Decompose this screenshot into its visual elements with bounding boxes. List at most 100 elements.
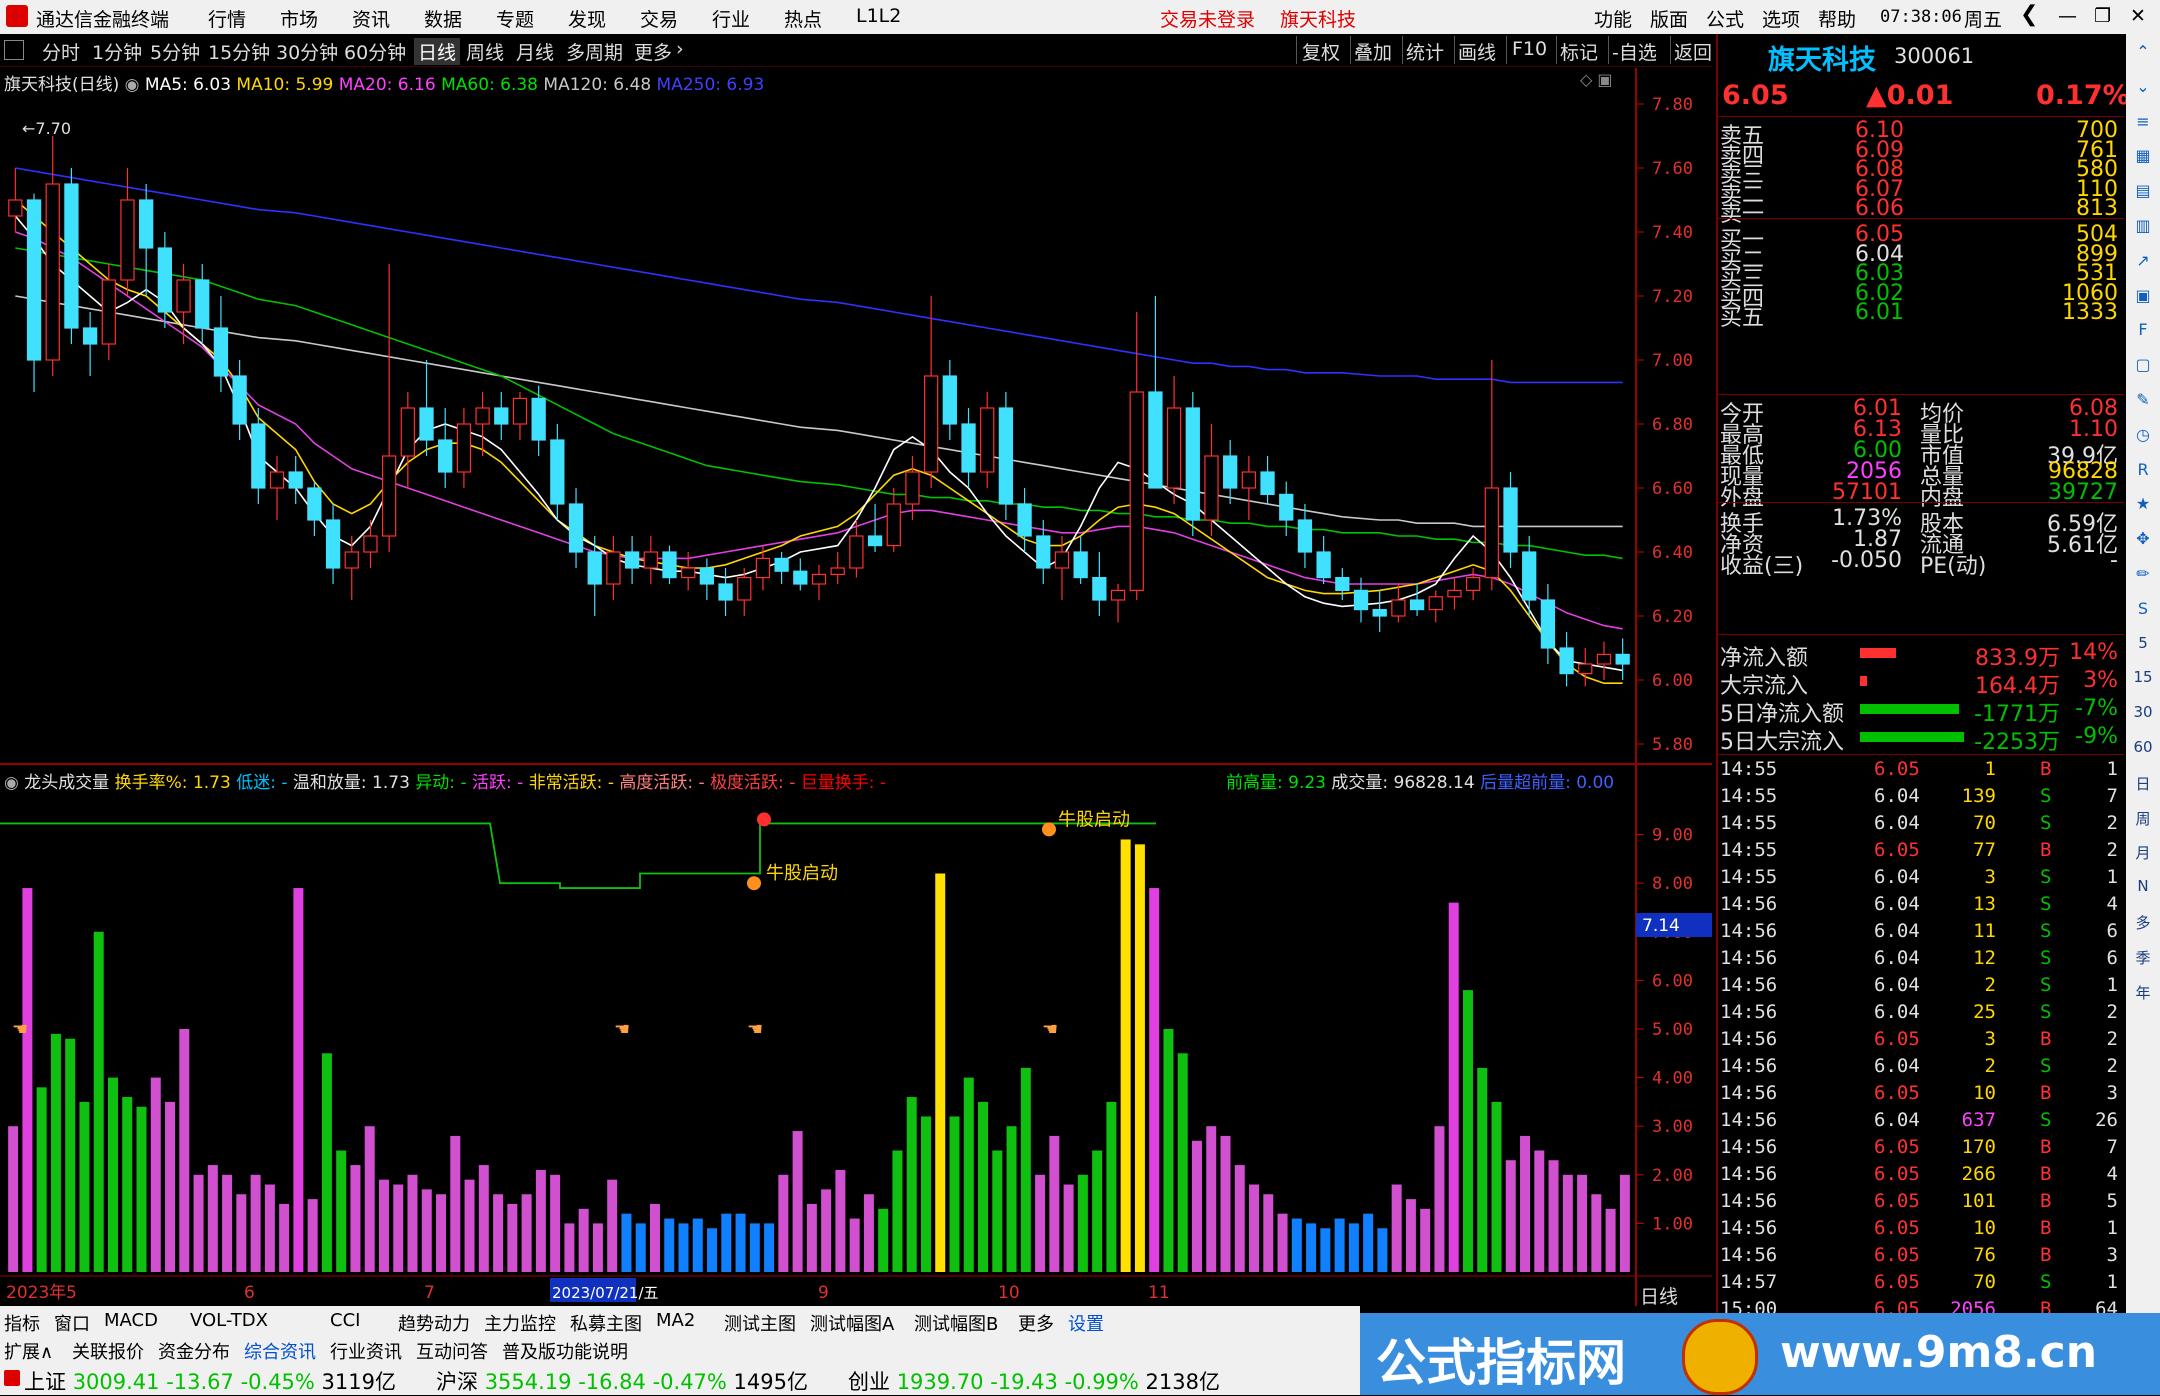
indicator-tab[interactable]: 更多 bbox=[1018, 1310, 1054, 1336]
ask-row[interactable]: 卖一 6.06 813 bbox=[1718, 196, 2124, 227]
tab-multi-period[interactable]: 多周期 bbox=[566, 38, 623, 65]
tab-5min[interactable]: 5分钟 bbox=[150, 38, 200, 65]
15-icon[interactable]: 15 bbox=[2130, 668, 2156, 694]
list-icon[interactable]: ≡ bbox=[2130, 112, 2156, 138]
side-tool-多[interactable]: 多 bbox=[2130, 912, 2156, 938]
menu-l1l2[interactable]: L1L2 bbox=[856, 5, 901, 27]
extension-tab[interactable]: 综合资讯 bbox=[244, 1338, 316, 1364]
chart-icon[interactable]: ▦ bbox=[2130, 146, 2156, 172]
indicator-tab[interactable]: 主力监控 bbox=[484, 1310, 556, 1336]
tool-watchlist[interactable]: -自选 bbox=[1612, 38, 1657, 65]
tool-stats[interactable]: 统计 bbox=[1406, 38, 1444, 65]
menu-market[interactable]: 市场 bbox=[280, 5, 318, 32]
indicator-tab[interactable]: MACD bbox=[104, 1310, 158, 1331]
tab-more[interactable]: 更多 bbox=[634, 38, 672, 65]
5-icon[interactable]: 5 bbox=[2130, 634, 2156, 660]
side-tool-月[interactable]: 月 bbox=[2130, 842, 2156, 868]
tool-back[interactable]: 返回 bbox=[1674, 38, 1712, 65]
tick-count: 4 bbox=[2106, 1163, 2118, 1185]
down-icon[interactable]: ⌄ bbox=[2130, 77, 2156, 103]
extension-tab[interactable]: 互动问答 bbox=[416, 1338, 488, 1364]
index-item[interactable]: 上证 3009.41 -13.67 -0.45% 3119亿 bbox=[24, 1366, 396, 1396]
tab-1min[interactable]: 1分钟 bbox=[92, 38, 142, 65]
flow-label: 5日大宗流入 bbox=[1720, 730, 1844, 755]
close-icon[interactable]: ✕ bbox=[2130, 5, 2146, 27]
menu-topics[interactable]: 专题 bbox=[496, 5, 534, 32]
side-tool-日[interactable]: 日 bbox=[2130, 773, 2156, 799]
side-tool-年[interactable]: 年 bbox=[2130, 982, 2156, 1008]
extension-tab[interactable]: 关联报价 bbox=[72, 1338, 144, 1364]
indicator-tab[interactable]: 趋势动力 bbox=[398, 1310, 470, 1336]
kline-chart[interactable]: 7.80 7.60 7.40 7.20 7.00 6.80 6.60 6.40 6.20 6.00… bbox=[0, 68, 1712, 1306]
indicator-tab[interactable]: MA2 bbox=[656, 1310, 695, 1331]
up-icon[interactable]: ⌃ bbox=[2130, 42, 2156, 68]
tab-daily[interactable]: 日线 bbox=[414, 38, 461, 65]
panel-toggle-icon[interactable] bbox=[4, 40, 24, 60]
menu-formula[interactable]: 公式 bbox=[1706, 5, 1744, 32]
kline-icon[interactable]: ▥ bbox=[2130, 216, 2156, 242]
trend-icon[interactable]: ↗ bbox=[2130, 251, 2156, 277]
trade-login-status[interactable]: 交易未登录 bbox=[1160, 5, 1255, 32]
index-item[interactable]: 沪深 3554.19 -16.84 -0.47% 1495亿 bbox=[436, 1366, 808, 1396]
menu-data[interactable]: 数据 bbox=[424, 5, 462, 32]
menu-options[interactable]: 选项 bbox=[1762, 5, 1800, 32]
doc-icon[interactable]: ▣ bbox=[2130, 286, 2156, 312]
note-icon[interactable]: ✎ bbox=[2130, 390, 2156, 416]
clock-icon[interactable]: ◷ bbox=[2130, 425, 2156, 451]
30-icon[interactable]: 30 bbox=[2130, 703, 2156, 729]
side-tool-周[interactable]: 周 bbox=[2130, 808, 2156, 834]
tick-list[interactable]: 14:55 6.05 1 B 1 14:55 6.04 139 S 7 14:55 6.04 70 S 2 1… bbox=[1718, 756, 2124, 1326]
indicator-tab[interactable]: 指标 bbox=[4, 1310, 40, 1336]
chart-area[interactable]: 旗天科技(日线) ◉ MA5: 6.03 MA10: 5.99 MA20: 6.… bbox=[0, 68, 1712, 1306]
more-chevron-icon[interactable]: › bbox=[676, 38, 684, 60]
indicator-tab[interactable]: 测试主图 bbox=[724, 1310, 796, 1336]
menu-industry[interactable]: 行业 bbox=[712, 5, 750, 32]
restore-icon[interactable]: ❐ bbox=[2094, 5, 2111, 27]
tab-monthly[interactable]: 月线 bbox=[516, 38, 554, 65]
side-tool-N[interactable]: N bbox=[2130, 877, 2156, 903]
menu-discover[interactable]: 发现 bbox=[568, 5, 606, 32]
60-icon[interactable]: 60 bbox=[2130, 738, 2156, 764]
f10-icon[interactable]: F bbox=[2130, 320, 2156, 346]
indicator-tab[interactable]: VOL-TDX bbox=[190, 1310, 268, 1331]
rsi-icon[interactable]: R bbox=[2130, 460, 2156, 486]
back-icon[interactable]: ❮ bbox=[2020, 2, 2038, 27]
fs-icon[interactable]: S bbox=[2130, 599, 2156, 625]
tool-f10[interactable]: F10 bbox=[1512, 38, 1547, 60]
pen-icon[interactable]: ✏ bbox=[2130, 564, 2156, 590]
index-item[interactable]: 创业 1939.70 -19.43 -0.99% 2138亿 bbox=[848, 1366, 1220, 1396]
extension-tab[interactable]: 普及版功能说明 bbox=[502, 1338, 628, 1364]
indicator-tab[interactable]: 私募主图 bbox=[570, 1310, 642, 1336]
indicator-tab[interactable]: 测试幅图B bbox=[914, 1310, 998, 1336]
tool-adjust[interactable]: 复权 bbox=[1302, 38, 1340, 65]
tab-timeshare[interactable]: 分时 bbox=[42, 38, 80, 65]
menu-hot[interactable]: 热点 bbox=[784, 5, 822, 32]
menu-help[interactable]: 帮助 bbox=[1818, 5, 1856, 32]
tool-mark[interactable]: 标记 bbox=[1560, 38, 1598, 65]
extension-tab[interactable]: 扩展∧ bbox=[4, 1338, 53, 1364]
menu-quotes[interactable]: 行情 bbox=[208, 5, 246, 32]
indicator-tab[interactable]: CCI bbox=[330, 1310, 360, 1331]
menu-news[interactable]: 资讯 bbox=[352, 5, 390, 32]
tab-30min[interactable]: 30分钟 bbox=[276, 38, 338, 65]
tab-weekly[interactable]: 周线 bbox=[466, 38, 504, 65]
grid-icon[interactable]: ▤ bbox=[2130, 181, 2156, 207]
tab-60min[interactable]: 60分钟 bbox=[344, 38, 406, 65]
move-icon[interactable]: ✥ bbox=[2130, 529, 2156, 555]
indicator-tab[interactable]: 测试幅图A bbox=[810, 1310, 894, 1336]
side-tool-季[interactable]: 季 bbox=[2130, 947, 2156, 973]
tab-15min[interactable]: 15分钟 bbox=[208, 38, 270, 65]
extension-tab[interactable]: 资金分布 bbox=[158, 1338, 230, 1364]
tool-overlay[interactable]: 叠加 bbox=[1354, 38, 1392, 65]
bid-row[interactable]: 买五 6.01 1333 bbox=[1718, 300, 2124, 331]
tool-draw[interactable]: 画线 bbox=[1458, 38, 1496, 65]
table-icon[interactable]: ▢ bbox=[2130, 355, 2156, 381]
menu-layout[interactable]: 版面 bbox=[1650, 5, 1688, 32]
minimize-icon[interactable]: — bbox=[2058, 5, 2077, 27]
menu-trade[interactable]: 交易 bbox=[640, 5, 678, 32]
indicator-tab[interactable]: 设置 bbox=[1068, 1310, 1104, 1336]
extension-tab[interactable]: 行业资讯 bbox=[330, 1338, 402, 1364]
menu-function[interactable]: 功能 bbox=[1594, 5, 1632, 32]
star-icon[interactable]: ★ bbox=[2130, 494, 2156, 520]
indicator-tab[interactable]: 窗口 bbox=[54, 1310, 90, 1336]
